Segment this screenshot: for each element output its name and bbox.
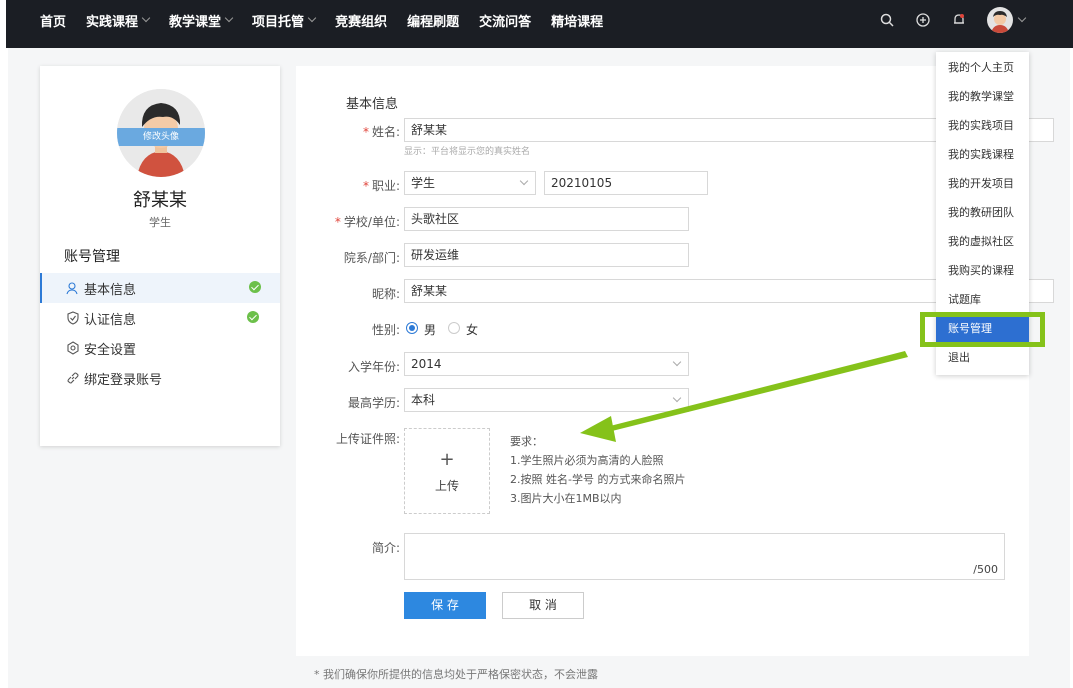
plus-icon: + [439, 449, 455, 470]
bell-icon[interactable] [951, 12, 967, 28]
required-mark: * [362, 179, 369, 193]
department-field[interactable]: 研发运维 [404, 243, 689, 267]
sidebar-item-label: 认证信息 [84, 312, 137, 328]
dropdown-item-teams[interactable]: 我的教研团队 [936, 199, 1029, 227]
shield-icon [67, 311, 79, 325]
sidebar-item-bind-account[interactable]: 绑定登录账号 [40, 363, 280, 393]
add-circle-icon[interactable] [915, 12, 931, 28]
top-navbar: 首页 实践课程 教学课堂 项目托管 竞赛组织 编程刷题 交流问答 精培课程 [6, 0, 1073, 48]
dropdown-item-classroom[interactable]: 我的教学课堂 [936, 83, 1029, 111]
school-label: * 学校/单位: [334, 215, 400, 229]
user-role: 学生 [149, 216, 171, 229]
dropdown-item-dev-projects[interactable]: 我的开发项目 [936, 170, 1029, 198]
main-nav: 首页 实践课程 教学课堂 项目托管 竞赛组织 编程刷题 交流问答 精培课程 [40, 0, 623, 40]
nav-project-hosting[interactable]: 项目托管 [252, 11, 317, 30]
required-mark: * [362, 125, 369, 139]
nav-coding-practice[interactable]: 编程刷题 [407, 11, 459, 30]
dropdown-item-projects[interactable]: 我的实践项目 [936, 112, 1029, 140]
sidebar-item-verification[interactable]: 认证信息 [40, 303, 280, 333]
change-avatar-label[interactable]: 修改头像 [117, 128, 205, 146]
privacy-note: * 我们确保你所提供的信息均处于严格保密状态，不会泄露 [314, 668, 598, 681]
chevron-down-icon [672, 393, 682, 403]
chevron-down-icon [519, 176, 529, 186]
profile-sidebar: 修改头像 舒某某 学生 账号管理 基本信息 认证信息 安全设置 绑定登录账号 [40, 66, 280, 446]
dropdown-item-community[interactable]: 我的虚拟社区 [936, 228, 1029, 256]
dropdown-item-homepage[interactable]: 我的个人主页 [936, 54, 1029, 82]
requirements-title: 要求： [510, 435, 543, 448]
topbar-icons [859, 6, 1027, 34]
gear-icon [67, 341, 79, 355]
dropdown-item-logout[interactable]: 退出 [936, 344, 1029, 372]
dropdown-item-purchased[interactable]: 我购买的课程 [936, 257, 1029, 285]
upload-photo-label: 上传证件照: [335, 432, 400, 446]
gender-female-label: 女 [466, 323, 479, 337]
basic-info-form: 基本信息 * 姓名: 舒某某 显示：平台将显示您的真实姓名 * 职业: 学生 202… [296, 66, 1054, 656]
search-icon[interactable] [879, 12, 895, 28]
requirement-1: 1.学生照片必须为高清的人脸照 [510, 454, 664, 467]
sidebar-item-label: 基本信息 [84, 282, 137, 298]
sidebar-item-label: 绑定登录账号 [84, 372, 163, 388]
chevron-down-icon [307, 13, 317, 23]
avatar[interactable] [987, 7, 1013, 33]
student-id-field[interactable]: 20210105 [544, 171, 708, 195]
dropdown-item-courses[interactable]: 我的实践课程 [936, 141, 1029, 169]
gender-male-label: 男 [424, 323, 437, 337]
nav-competition[interactable]: 竞赛组织 [335, 11, 387, 30]
nav-qa[interactable]: 交流问答 [479, 11, 531, 30]
nav-teaching-classroom[interactable]: 教学课堂 [169, 11, 234, 30]
school-field[interactable]: 头歌社区 [404, 207, 689, 231]
link-icon [67, 372, 79, 384]
enrollment-year-select[interactable]: 2014 [404, 352, 689, 376]
gender-female-radio[interactable] [448, 322, 460, 334]
sidebar-item-label: 安全设置 [84, 342, 137, 358]
sidebar-menu: 基本信息 认证信息 安全设置 绑定登录账号 [40, 273, 280, 393]
requirement-2: 2.按照 姓名-学号 的方式来命名照片 [510, 473, 686, 486]
nav-premium-courses[interactable]: 精培课程 [551, 11, 603, 30]
education-select[interactable]: 本科 [404, 388, 689, 412]
chevron-down-icon [672, 357, 682, 367]
profile-avatar[interactable]: 修改头像 [117, 89, 205, 177]
account-management-title: 账号管理 [64, 249, 120, 265]
sidebar-item-basic-info[interactable]: 基本信息 [40, 273, 280, 303]
enrollment-year-label: 入学年份: [347, 360, 400, 374]
required-mark: * [334, 215, 341, 229]
name-hint: 显示：平台将显示您的真实姓名 [404, 147, 531, 157]
char-counter: /500 [973, 563, 998, 576]
chevron-down-icon [224, 13, 234, 23]
intro-label: 简介: [371, 541, 400, 555]
dropdown-item-question-bank[interactable]: 试题库 [936, 286, 1029, 314]
verified-check-icon [247, 311, 259, 323]
name-label: * 姓名: [362, 125, 400, 139]
job-label: * 职业: [362, 179, 400, 193]
user-icon [66, 282, 78, 295]
chevron-down-icon[interactable] [1017, 13, 1027, 23]
requirement-3: 3.图片大小在1MB以内 [510, 492, 622, 505]
upload-text: 上传 [434, 479, 459, 493]
upload-photo-box[interactable]: + 上传 [404, 428, 490, 514]
sidebar-item-security[interactable]: 安全设置 [40, 333, 280, 363]
nav-home[interactable]: 首页 [40, 11, 66, 30]
save-button[interactable]: 保 存 [404, 592, 486, 619]
verified-check-icon [249, 281, 261, 293]
highlight-box [920, 312, 1045, 347]
education-label: 最高学历: [347, 396, 400, 410]
nickname-label: 昵称: [371, 287, 400, 301]
user-name: 舒某某 [133, 190, 187, 211]
section-title: 基本信息 [346, 97, 399, 112]
nav-practice-courses[interactable]: 实践课程 [86, 11, 151, 30]
cancel-button[interactable]: 取 消 [502, 592, 584, 619]
intro-textarea[interactable]: /500 [404, 533, 1005, 580]
chevron-down-icon [141, 13, 151, 23]
gender-label: 性别: [371, 323, 400, 337]
job-select[interactable]: 学生 [404, 171, 536, 195]
department-label: 院系/部门: [343, 251, 400, 265]
gender-male-radio[interactable] [406, 322, 418, 334]
